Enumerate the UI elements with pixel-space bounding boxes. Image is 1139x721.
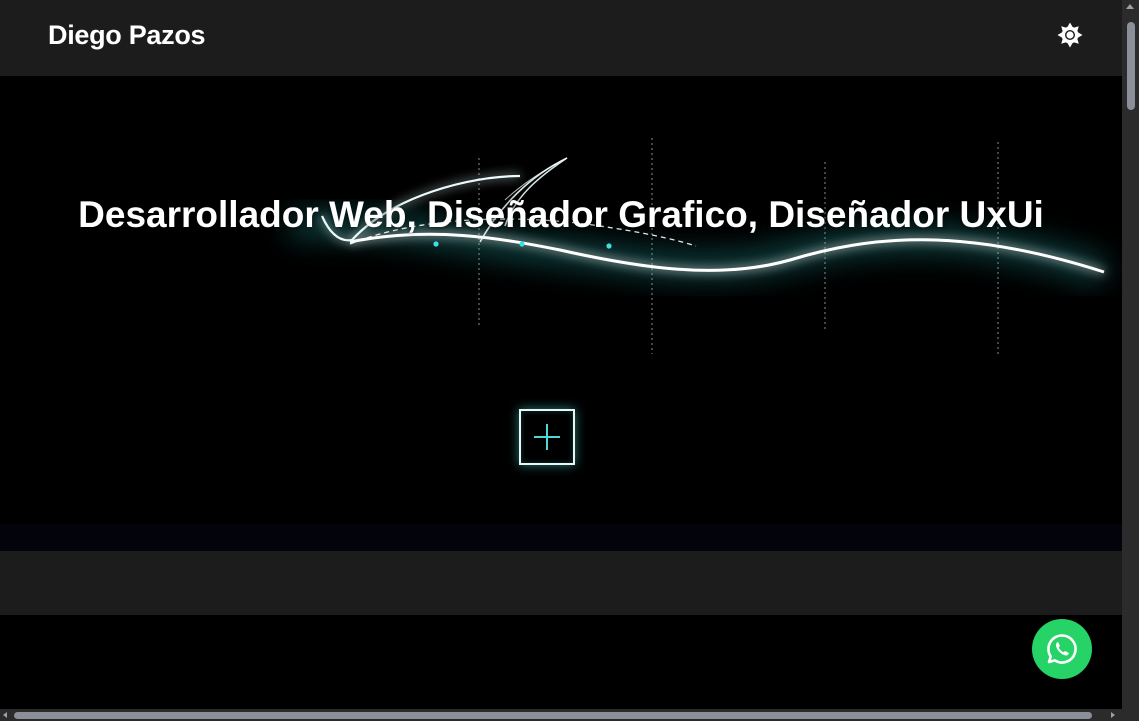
hero-section: Desarrollador Web, Diseñador Grafico, Di… — [0, 76, 1122, 524]
scroll-left-arrow-icon[interactable] — [3, 712, 7, 718]
navbar: Diego Pazos — [0, 0, 1122, 76]
whatsapp-button[interactable] — [1032, 619, 1092, 679]
hero-title: Desarrollador Web, Diseñador Grafico, Di… — [78, 194, 1044, 235]
sun-icon — [1057, 22, 1083, 48]
page-viewport: Diego Pazos Desarrollador Web, Diseñador… — [0, 0, 1122, 709]
horizontal-scroll-thumb[interactable] — [14, 712, 1092, 719]
expand-more-button[interactable] — [519, 409, 575, 465]
brand-name[interactable]: Diego Pazos — [48, 20, 206, 51]
horizontal-scrollbar[interactable] — [0, 709, 1122, 721]
scroll-up-arrow-icon[interactable] — [1126, 4, 1134, 9]
footer-section — [0, 615, 1122, 709]
vertical-scrollbar[interactable] — [1122, 0, 1139, 709]
scrollbar-corner — [1122, 709, 1139, 721]
whatsapp-icon — [1047, 634, 1077, 664]
vertical-scroll-thumb[interactable] — [1127, 22, 1135, 110]
section-divider — [0, 524, 1122, 551]
content-section — [0, 551, 1122, 615]
scroll-right-arrow-icon[interactable] — [1111, 712, 1115, 718]
theme-toggle-button[interactable] — [1054, 19, 1086, 51]
plus-icon — [534, 424, 560, 450]
